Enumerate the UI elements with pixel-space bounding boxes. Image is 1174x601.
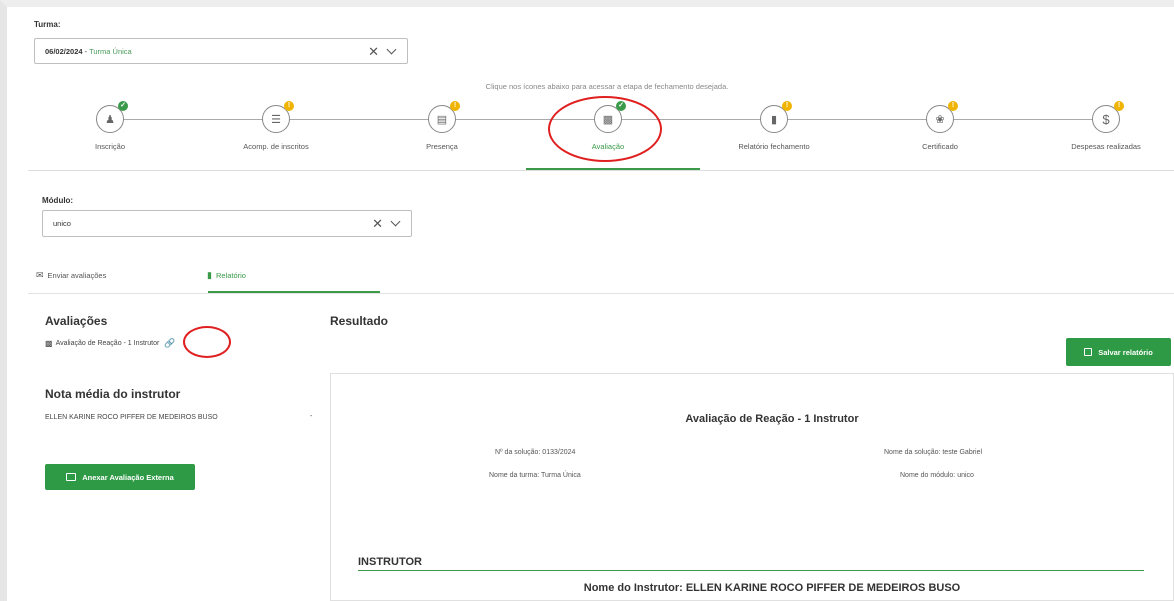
resultado-title: Resultado xyxy=(330,314,389,328)
dollar-icon: $! xyxy=(1092,101,1124,133)
modulo-select[interactable]: unico ✕ xyxy=(42,210,412,237)
turma-select-value: 06/02/2024 - Turma Única xyxy=(45,46,132,56)
file-icon: ▮! xyxy=(760,101,792,133)
modulo-label: Módulo: xyxy=(42,196,74,205)
annotation-circle-avaliacao xyxy=(548,96,662,162)
divider xyxy=(28,293,1174,294)
modulo-select-value: unico xyxy=(53,219,71,228)
anexar-avaliacao-button[interactable]: Anexar Avaliação Externa xyxy=(45,464,195,490)
step-label: Certificado xyxy=(922,142,958,151)
step-label: Despesas realizadas xyxy=(1071,142,1141,151)
step-label: Relatório fechamento xyxy=(738,142,810,151)
step-label: Acomp. de inscritos xyxy=(243,142,309,151)
report-panel xyxy=(330,373,1174,601)
tab-label: Relatório xyxy=(215,271,246,280)
numero-solucao: Nº da solução: 0133/2024 xyxy=(495,449,576,456)
send-icon: ✉ xyxy=(36,270,44,280)
avaliacoes-title: Avaliações xyxy=(45,314,108,328)
warning-badge-icon: ! xyxy=(450,101,460,111)
tab-enviar-avaliacoes[interactable]: ✉ Enviar avaliações xyxy=(36,270,106,281)
step-despesas-realizadas[interactable]: $! Despesas realizadas xyxy=(1021,101,1174,151)
chevron-down-icon[interactable] xyxy=(386,44,397,54)
warning-badge-icon: ! xyxy=(1114,101,1124,111)
file-icon: ▮ xyxy=(207,270,212,280)
steps-hint: Clique nos ícones abaixo para acessar a … xyxy=(485,82,729,91)
avaliacao-item[interactable]: ▩ Avaliação de Reação - 1 Instrutor 🔗 xyxy=(45,338,176,349)
divider xyxy=(358,570,1144,571)
tab-relatorio[interactable]: ▮ Relatório xyxy=(207,270,246,281)
warning-badge-icon: ! xyxy=(284,101,294,111)
annotation-circle-link xyxy=(183,326,231,358)
instrutor-full-name: Nome do Instrutor: ELLEN KARINE ROCO PIF… xyxy=(583,582,961,594)
step-certificado[interactable]: ❀! Certificado xyxy=(855,101,1025,151)
turma-select[interactable]: 06/02/2024 - Turma Única ✕ xyxy=(34,38,408,64)
warning-badge-icon: ! xyxy=(948,101,958,111)
tab-label: Enviar avaliações xyxy=(47,271,107,280)
divider xyxy=(28,170,1174,171)
nome-solucao: Nome da solução: teste Gabriel xyxy=(884,449,983,456)
step-presenca[interactable]: ▤! Presença xyxy=(357,101,527,151)
users-icon: ♟ ✓ xyxy=(96,101,128,133)
chevron-down-icon[interactable] xyxy=(390,216,401,227)
salvar-relatorio-button[interactable]: Salvar relatório xyxy=(1066,338,1171,366)
step-relatorio-fechamento[interactable]: ▮! Relatório fechamento xyxy=(689,101,859,151)
document-icon: ▤! xyxy=(428,101,460,133)
button-label: Anexar Avaliação Externa xyxy=(82,472,174,482)
step-label: Presença xyxy=(426,142,458,151)
folder-icon xyxy=(66,473,77,481)
clear-icon[interactable]: ✕ xyxy=(372,217,383,230)
warning-badge-icon: ! xyxy=(782,101,792,111)
step-inscricao[interactable]: ♟ ✓ Inscrição xyxy=(25,101,195,151)
step-label: Inscrição xyxy=(94,142,125,151)
chart-icon: ▩ xyxy=(45,339,53,348)
link-icon[interactable]: 🔗 xyxy=(164,338,175,349)
step-acomp-inscritos[interactable]: ☰! Acomp. de inscritos xyxy=(191,101,361,151)
turma-label: Turma: xyxy=(34,20,61,29)
nota-media-title: Nota média do instrutor xyxy=(45,387,181,401)
nome-modulo: Nome do módulo: unico xyxy=(900,472,974,479)
check-badge-icon: ✓ xyxy=(118,101,128,111)
button-label: Salvar relatório xyxy=(1098,347,1153,357)
certificate-icon: ❀! xyxy=(926,101,958,133)
clear-icon[interactable]: ✕ xyxy=(368,45,379,58)
nome-turma: Nome da turma: Turma Única xyxy=(489,472,581,479)
instrutor-section-title: INSTRUTOR xyxy=(358,556,422,568)
avaliacao-item-label: Avaliação de Reação - 1 Instrutor xyxy=(55,340,160,347)
instructor-score: - xyxy=(310,413,313,420)
report-title: Avaliação de Reação - 1 Instrutor xyxy=(685,413,859,425)
instructor-name: ELLEN KARINE ROCO PIFFER DE MEDEIROS BUS… xyxy=(45,414,218,421)
list-icon: ☰! xyxy=(262,101,294,133)
save-icon xyxy=(1084,348,1093,356)
